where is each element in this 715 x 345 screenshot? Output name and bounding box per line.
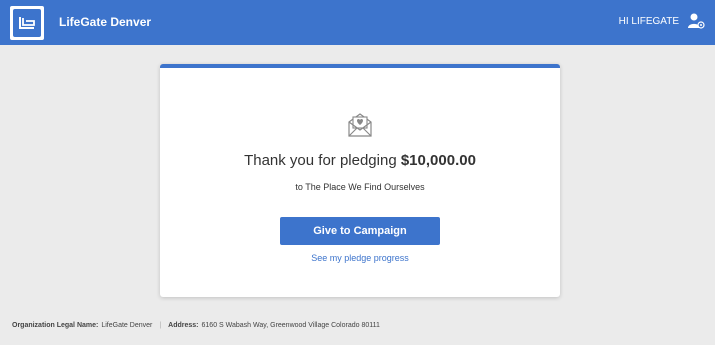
user-greeting[interactable]: HI LIFEGATE	[619, 16, 679, 27]
logo[interactable]	[10, 6, 44, 40]
user-settings-icon[interactable]	[687, 12, 705, 30]
address-label: Address:	[168, 322, 199, 329]
legal-name-value: LifeGate Denver	[101, 322, 153, 329]
pledge-confirmation-card: Thank you for pledging $10,000.00 to The…	[160, 64, 560, 297]
envelope-heart-icon	[346, 112, 374, 138]
give-to-campaign-button[interactable]: Give to Campaign	[280, 217, 440, 245]
pledge-amount: $10,000.00	[400, 152, 476, 169]
pledge-recipient: to The Place We Find Ourselves	[295, 182, 425, 192]
pledge-progress-link[interactable]: See my pledge progress	[160, 253, 560, 263]
organization-name: LifeGate Denver	[59, 15, 152, 29]
pledge-thank-you-message: Thank you for pledging $10,000.00	[160, 152, 560, 169]
thank-you-text: Thank you for pledging	[244, 152, 397, 169]
address-value: 6160 S Wabash Way, Greenwood Village Col…	[201, 322, 380, 329]
lifegate-logo-icon	[13, 9, 41, 37]
legal-name-label: Organization Legal Name:	[12, 322, 99, 329]
footer-separator: |	[159, 322, 162, 329]
footer: Organization Legal Name: LifeGate Denver…	[12, 322, 380, 329]
top-navigation-bar: LifeGate Denver HI LIFEGATE	[0, 0, 715, 45]
